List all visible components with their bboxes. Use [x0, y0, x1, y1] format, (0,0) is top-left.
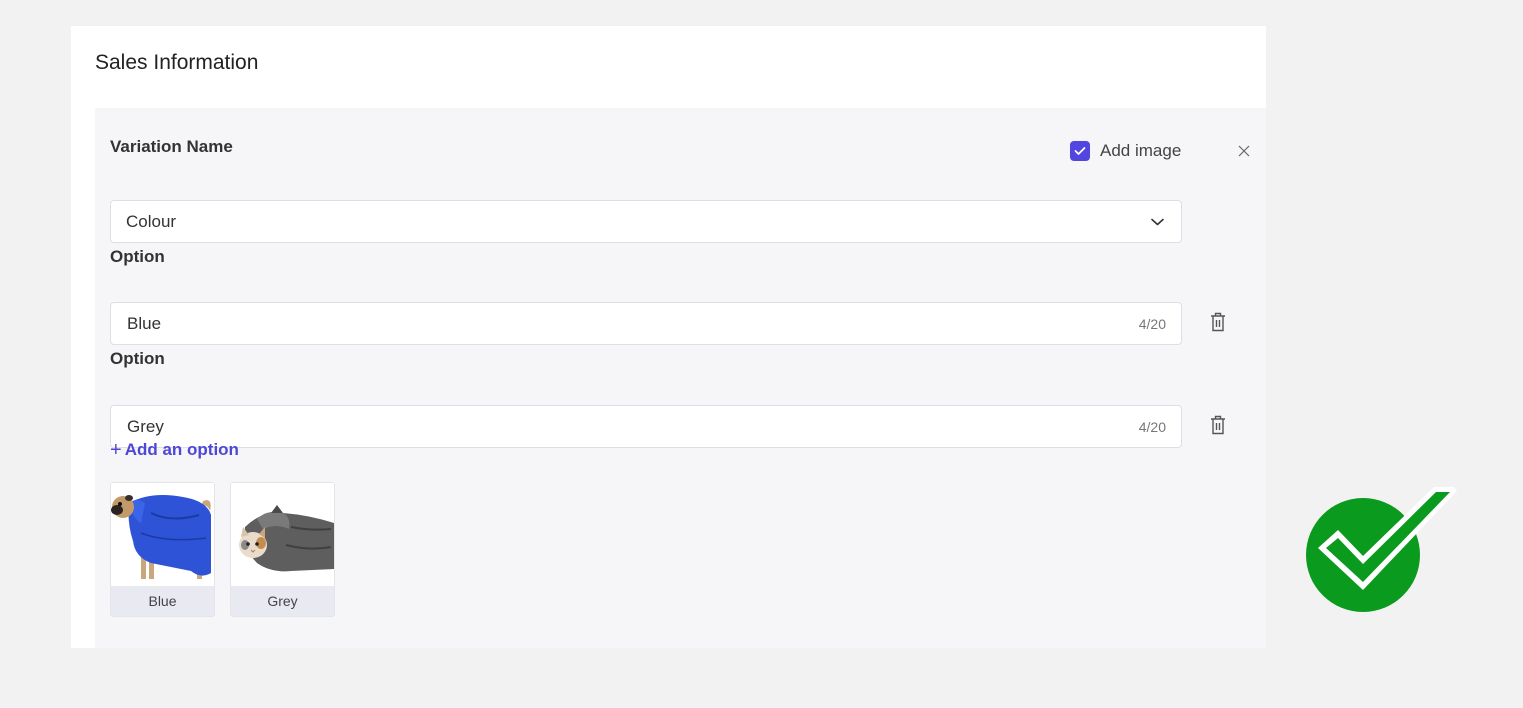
- green-checkmark-icon: [1306, 487, 1457, 612]
- close-variation-button[interactable]: [1236, 143, 1252, 159]
- add-option-label: Add an option: [124, 440, 239, 459]
- pug-in-blue-robe-image: [111, 483, 214, 586]
- option-input-blue[interactable]: Blue 4/20: [110, 302, 1182, 345]
- cat-in-grey-robe-image: [231, 483, 334, 586]
- option-label: Option: [110, 349, 165, 368]
- option-value: Grey: [127, 416, 164, 436]
- close-icon: [1238, 145, 1250, 157]
- image-caption: Blue: [111, 586, 214, 616]
- variation-name-value: Colour: [126, 211, 177, 231]
- add-option-link[interactable]: + Add an option: [110, 440, 239, 460]
- option-value: Blue: [127, 313, 162, 333]
- variation-image-grey[interactable]: Grey: [230, 482, 335, 617]
- add-image-label: Add image: [1100, 141, 1182, 160]
- variation-panel: Variation Name Add image Colour Option B…: [95, 108, 1266, 648]
- section-title: Sales Information: [95, 51, 259, 74]
- check-icon: [1074, 147, 1086, 155]
- trash-icon: [1211, 415, 1225, 435]
- option-label: Option: [110, 247, 165, 266]
- character-count: 4/20: [1138, 315, 1166, 332]
- image-caption: Grey: [231, 586, 334, 616]
- sales-information-card: Sales Information Variation Name Add ima…: [71, 26, 1266, 648]
- add-image-toggle[interactable]: Add image: [1070, 140, 1181, 162]
- trash-icon: [1211, 312, 1225, 332]
- character-count: 4/20: [1138, 418, 1166, 435]
- delete-option-button[interactable]: [1209, 414, 1227, 436]
- add-image-checkbox[interactable]: [1070, 141, 1090, 161]
- variation-name-label: Variation Name: [110, 137, 233, 156]
- variation-image-blue[interactable]: Blue: [110, 482, 215, 617]
- variation-name-select[interactable]: Colour: [110, 200, 1182, 243]
- chevron-down-icon: [1151, 218, 1164, 226]
- plus-icon: +: [110, 439, 122, 461]
- delete-option-button[interactable]: [1209, 311, 1227, 333]
- option-input-grey[interactable]: Grey 4/20: [110, 405, 1182, 448]
